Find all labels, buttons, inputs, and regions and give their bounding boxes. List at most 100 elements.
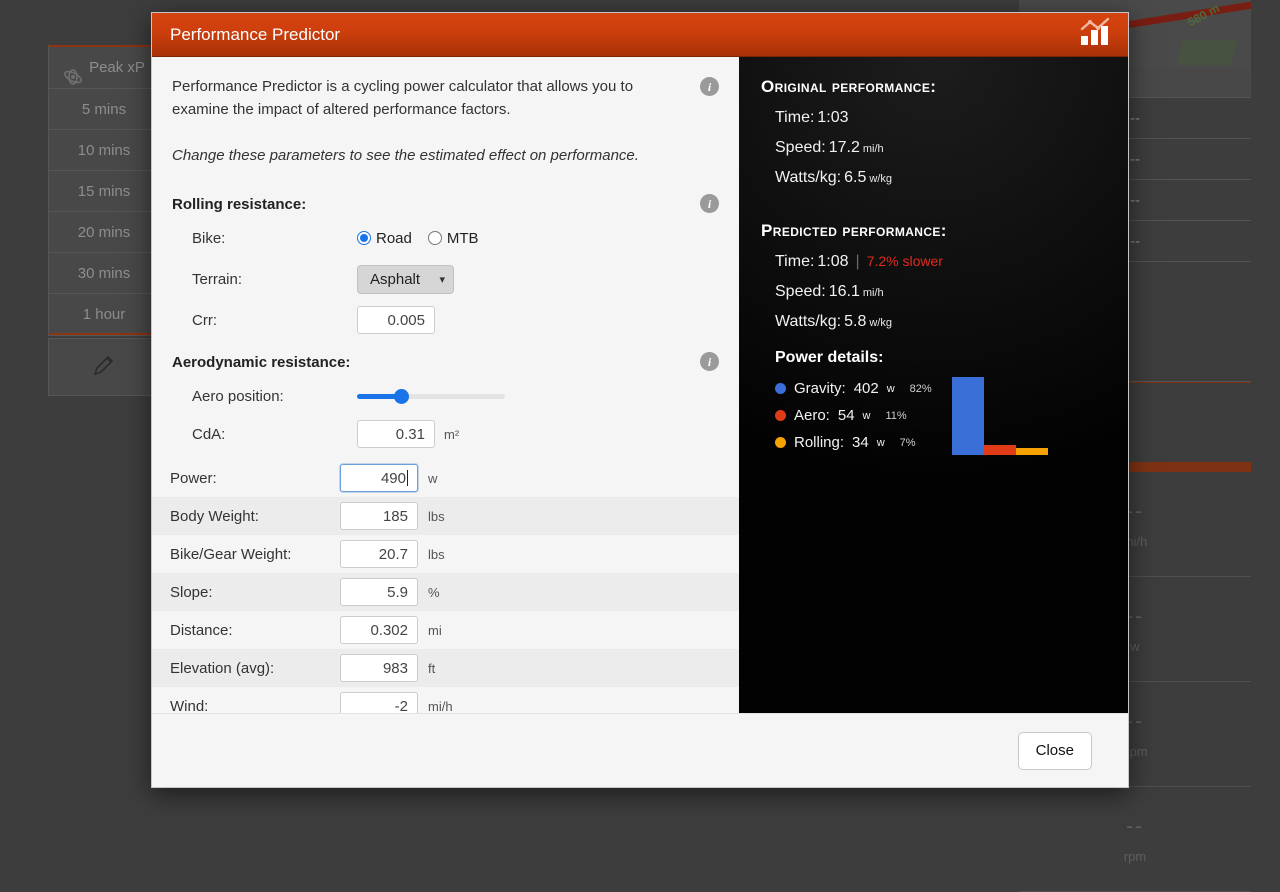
elevation-row: Elevation (avg): 983 ft [152,649,739,687]
legend-label: Gravity: [794,380,846,397]
radio-road[interactable] [357,231,371,245]
bike-gear-weight-label: Bike/Gear Weight: [170,546,340,563]
bar-aero [984,445,1016,455]
radio-mtb-label[interactable]: MTB [447,230,479,247]
bar-gravity [952,377,984,455]
wind-label: Wind: [170,698,340,714]
radio-road-label[interactable]: Road [376,230,412,247]
body-weight-input-value: 185 [383,508,408,525]
background-peak-row: 1 hour [49,294,159,335]
wind-input[interactable]: -2 [340,692,418,713]
close-button[interactable]: Close [1018,732,1092,770]
dialog-title: Performance Predictor [170,25,340,45]
aero-resistance-heading-text: Aerodynamic resistance: [172,354,350,371]
background-peak-row: 5 mins [49,89,159,130]
background-stat-value: -- [1126,815,1144,839]
aero-position-slider[interactable] [357,389,505,403]
legend-unit: w [863,410,871,422]
aero-resistance-heading: Aerodynamic resistance: i [152,347,739,377]
intro-description: Performance Predictor is a cycling power… [172,75,682,121]
cda-input[interactable]: 0.31 [357,420,435,448]
predicted-time-value: 1:08 [817,253,848,271]
crr-input-value: 0.005 [387,312,425,329]
slope-unit: % [428,585,440,600]
legend-percent: 82% [910,383,932,395]
original-time-value: 1:03 [817,109,848,127]
pencil-icon [91,352,117,382]
bike-gear-weight-unit: lbs [428,547,445,562]
background-peak-table: Peak xP 5 mins 10 mins 15 mins 20 mins 3… [48,45,160,336]
legend-unit: w [877,437,885,449]
original-speed-row: Speed: 17.2 mi/h [775,139,1108,157]
bike-gear-weight-input-value: 20.7 [379,546,408,563]
elevation-label: Elevation (avg): [170,660,340,677]
background-edit-button [48,338,160,396]
slope-input[interactable]: 5.9 [340,578,418,606]
original-speed-unit: mi/h [863,143,884,155]
predicted-wkg-label: Watts/kg: [775,313,841,331]
predicted-wkg-row: Watts/kg: 5.8 w/kg [775,313,1108,331]
info-icon[interactable]: i [700,77,719,96]
distance-unit: mi [428,623,442,638]
terrain-select[interactable]: Asphalt ▾ [357,265,454,294]
crr-label: Crr: [192,312,357,329]
background-peak-row: 20 mins [49,212,159,253]
body-weight-row: Body Weight: 185 lbs [152,497,739,535]
background-peak-title: Peak xP [49,47,159,89]
terrain-select-value: Asphalt [370,271,420,288]
intro-block: Performance Predictor is a cycling power… [152,57,739,167]
predicted-speed-label: Speed: [775,283,826,301]
predicted-time-label: Time: [775,253,814,271]
background-peak-row: 30 mins [49,253,159,294]
predicted-speed-unit: mi/h [863,287,884,299]
radio-mtb[interactable] [428,231,442,245]
bar-chart-trend-icon [1078,17,1112,52]
results-panel: Original performance: Time: 1:03 Speed: … [739,57,1128,713]
distance-input-value: 0.302 [370,622,408,639]
background-stat-unit: w [1130,639,1139,654]
dialog-footer: Close [152,713,1128,787]
legend-value: 34 [852,434,869,451]
background-stat: -- rpm [1019,787,1251,892]
elevation-input-value: 983 [383,660,408,677]
terrain-row: Terrain: Asphalt ▾ [152,257,739,301]
divider: | [856,253,860,271]
legend-item-aero: Aero: 54 w 11% [775,402,932,429]
legend-percent: 7% [900,437,916,449]
background-left-column: 25 W Distrib Peak xP 5 mins 10 mins 15 m… [48,0,160,396]
distance-row: Distance: 0.302 mi [152,611,739,649]
info-icon[interactable]: i [700,194,719,213]
legend-percent: 11% [886,410,907,422]
legend-value: 402 [854,380,879,397]
original-wkg-value: 6.5 [844,169,866,187]
info-icon[interactable]: i [700,352,719,371]
cda-label: CdA: [192,426,357,443]
dialog-body: Performance Predictor is a cycling power… [152,57,1128,713]
original-speed-label: Speed: [775,139,826,157]
wind-unit: mi/h [428,699,453,714]
aero-position-row: Aero position: [152,377,739,415]
wind-row: Wind: -2 mi/h [152,687,739,713]
power-label: Power: [170,470,340,487]
legend-color-swatch [775,410,786,421]
bike-row: Bike: Road MTB [152,219,739,257]
predicted-speed-value: 16.1 [829,283,860,301]
cda-input-value: 0.31 [396,426,425,443]
parameters-panel: Performance Predictor is a cycling power… [152,57,739,713]
map-green-area [1177,40,1237,65]
bike-gear-weight-input[interactable]: 20.7 [340,540,418,568]
power-input[interactable]: 490 [340,464,418,492]
distance-input[interactable]: 0.302 [340,616,418,644]
crr-input[interactable]: 0.005 [357,306,435,334]
power-details-legend: Gravity: 402 w 82% Aero: 54 w 11% [775,375,932,456]
dialog-titlebar: Performance Predictor [152,13,1128,57]
body-weight-input[interactable]: 185 [340,502,418,530]
power-row: Power: 490 w [152,459,739,497]
slider-thumb[interactable] [394,389,409,404]
elevation-unit: ft [428,661,435,676]
slope-row: Slope: 5.9 % [152,573,739,611]
legend-item-gravity: Gravity: 402 w 82% [775,375,932,402]
chevron-down-icon: ▾ [439,273,445,286]
elevation-input[interactable]: 983 [340,654,418,682]
original-wkg-row: Watts/kg: 6.5 w/kg [775,169,1108,187]
